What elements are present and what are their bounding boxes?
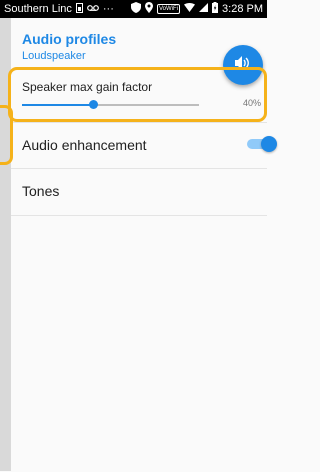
wifi-icon (184, 3, 196, 15)
sim-icon (75, 2, 83, 16)
empty-content-area (11, 215, 267, 472)
shield-icon (131, 2, 142, 16)
battery-icon (212, 2, 219, 16)
audio-enhancement-toggle[interactable] (247, 136, 277, 152)
page-title: Audio profiles (22, 31, 117, 47)
highlight-side-marker (0, 105, 13, 165)
highlight-gain-setting (8, 67, 267, 122)
voicemail-icon (86, 3, 99, 15)
audio-enhancement-label: Audio enhancement (22, 137, 147, 153)
more-notifications-icon: ··· (102, 3, 114, 15)
vowifi-icon: VoWiFi (157, 4, 181, 14)
tones-label: Tones (22, 183, 60, 199)
location-icon (145, 2, 154, 16)
signal-icon (199, 3, 209, 15)
page-subtitle: Loudspeaker (22, 50, 86, 62)
carrier-label: Southern Linc (4, 3, 72, 15)
audio-enhancement-row[interactable]: Audio enhancement (11, 122, 277, 169)
status-bar: Southern Linc ··· VoWiFi 3:28 PM (0, 0, 267, 18)
tones-row[interactable]: Tones (11, 168, 267, 215)
clock: 3:28 PM (222, 3, 263, 15)
toggle-knob (261, 136, 277, 152)
